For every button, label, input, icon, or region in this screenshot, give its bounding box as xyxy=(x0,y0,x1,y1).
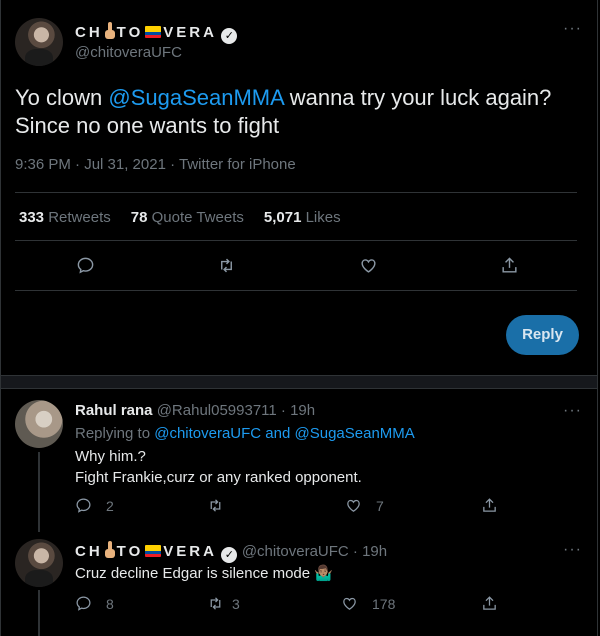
reply-header: CH TO VERA ✓ @chitoveraUFC · 19h xyxy=(75,541,387,563)
author-avatar[interactable] xyxy=(15,18,63,66)
reply-icon xyxy=(76,498,91,513)
reply-icon xyxy=(76,596,91,611)
tweet-source[interactable]: Twitter for iPhone xyxy=(179,156,296,173)
retweet-icon xyxy=(210,597,221,610)
reply-text: Cruz decline Edgar is silence mode 🤷🏽‍♂️ xyxy=(75,565,333,582)
replying-to-users[interactable]: @chitoveraUFC and @SugaSeanMMA xyxy=(154,425,415,442)
share-action[interactable] xyxy=(481,595,498,612)
reply-action[interactable]: 2 xyxy=(75,497,114,514)
retweet-count: 3 xyxy=(232,595,240,612)
share-icon xyxy=(483,498,496,512)
more-icon[interactable]: ··· xyxy=(563,541,582,559)
reply-handle-time[interactable]: @chitoveraUFC · 19h xyxy=(242,543,387,560)
share-action[interactable] xyxy=(500,256,519,275)
author-handle[interactable]: @chitoveraUFC xyxy=(75,44,182,61)
more-icon[interactable]: ··· xyxy=(563,402,582,420)
retweet-icon xyxy=(221,258,232,273)
ecuador-flag-icon xyxy=(145,26,162,38)
finger-emoji-icon xyxy=(104,22,116,40)
finger-emoji-icon xyxy=(104,541,116,559)
more-icon[interactable]: ··· xyxy=(563,20,582,38)
reply-count: 2 xyxy=(106,497,114,514)
tweet-thread: CH TO VERA ✓ @chitoveraUFC ··· Yo clown @S… xyxy=(0,0,598,636)
like-action[interactable] xyxy=(359,256,378,275)
reply-text: Why him.? Fight Frankie,curz or any rank… xyxy=(75,448,362,486)
share-icon xyxy=(502,257,517,273)
like-count: 7 xyxy=(376,497,384,514)
reply-icon xyxy=(77,257,94,274)
reply-author-name[interactable]: Rahul rana xyxy=(75,402,153,419)
like-icon xyxy=(343,597,356,610)
quote-tweets-stat[interactable]: 78 Quote Tweets xyxy=(131,209,244,226)
section-divider xyxy=(1,375,597,389)
mention-link[interactable]: @SugaSeanMMA xyxy=(108,85,283,110)
tweet-stats: 333 Retweets 78 Quote Tweets 5,071 Likes xyxy=(19,209,341,226)
retweet-action[interactable] xyxy=(207,497,232,514)
verified-badge: ✓ xyxy=(221,28,238,44)
reply-handle-time[interactable]: @Rahul05993711 · 19h xyxy=(157,402,315,419)
reply-action[interactable]: 8 xyxy=(75,595,114,612)
like-action[interactable]: 178 xyxy=(341,595,395,612)
like-icon xyxy=(347,499,360,512)
tweet-text: Yo clown @SugaSeanMMA wanna try your luc… xyxy=(15,85,552,138)
retweet-action[interactable]: 3 xyxy=(207,595,240,612)
like-action[interactable]: 7 xyxy=(345,497,384,514)
retweet-action[interactable] xyxy=(217,256,236,275)
reply-thread-line xyxy=(38,590,40,636)
replying-to: Replying to @chitoveraUFC and @SugaSeanM… xyxy=(75,425,415,442)
reply-count: 8 xyxy=(106,595,114,612)
share-action[interactable] xyxy=(481,497,498,514)
likes-stat[interactable]: 5,071 Likes xyxy=(264,209,341,226)
reply-action[interactable] xyxy=(76,256,95,275)
author-name[interactable]: CH TO VERA ✓ xyxy=(75,22,238,44)
verified-badge: ✓ xyxy=(221,547,238,563)
reply-button[interactable]: Reply xyxy=(506,315,579,355)
tweet-timestamp: 9:36 PM · Jul 31, 2021 · Twitter for iPh… xyxy=(15,156,296,173)
reply-avatar[interactable] xyxy=(15,539,63,587)
retweets-stat[interactable]: 333 Retweets xyxy=(19,209,111,226)
reply-avatar[interactable] xyxy=(15,400,63,448)
reply-header: Rahul rana @Rahul05993711 · 19h xyxy=(75,402,315,419)
retweet-icon xyxy=(210,499,221,512)
reply-thread-line xyxy=(38,452,40,532)
reply-author-name[interactable]: CH TO VERA xyxy=(75,541,217,560)
ecuador-flag-icon xyxy=(145,545,162,557)
like-icon xyxy=(361,259,376,273)
like-count: 178 xyxy=(372,595,396,612)
share-icon xyxy=(483,596,496,610)
